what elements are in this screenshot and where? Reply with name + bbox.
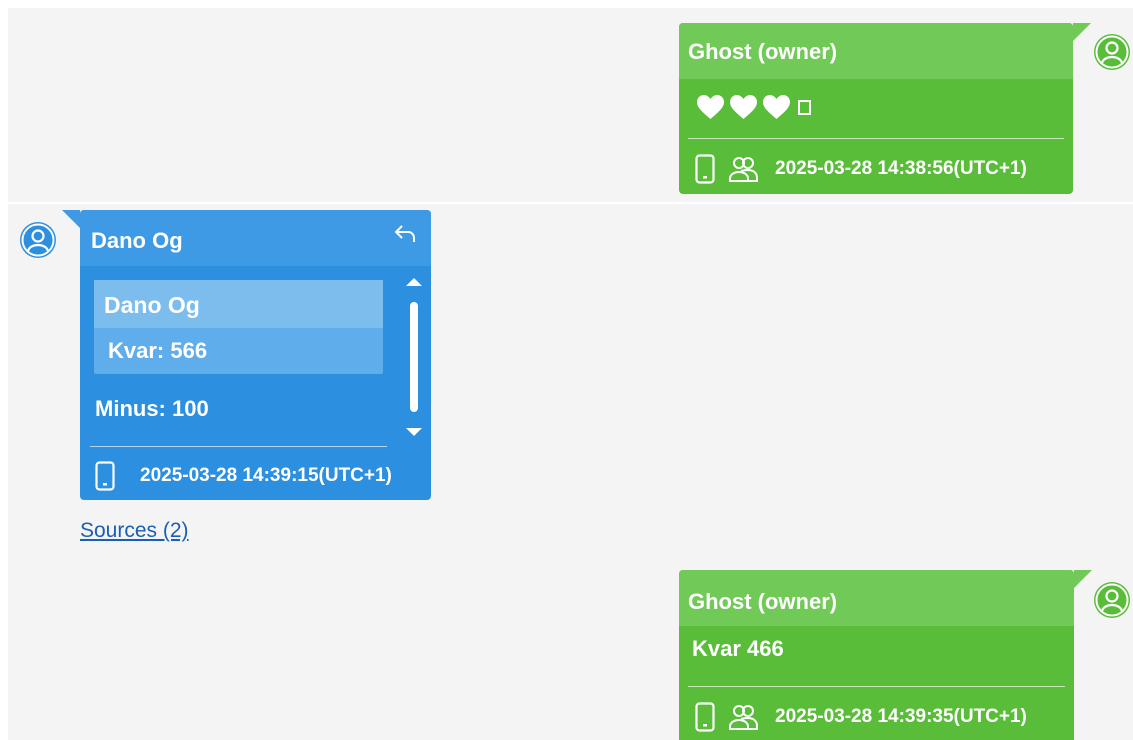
- missing-glyph-icon: [798, 99, 811, 115]
- scroll-down-arrow[interactable]: [406, 428, 422, 436]
- divider: [688, 686, 1065, 687]
- white-heart-icon: [697, 94, 724, 119]
- people-icon: [729, 705, 758, 730]
- phone-icon: [695, 154, 715, 184]
- message-content: [697, 93, 811, 121]
- user-avatar-icon: [19, 221, 57, 259]
- quoted-text: Kvar: 566: [108, 338, 208, 363]
- message-bubble[interactable]: Dano Og Dano Og Kvar: 566 Minus: 100 202…: [62, 210, 431, 500]
- white-heart-icon: [730, 94, 757, 119]
- message-bubble[interactable]: Ghost (owner) 2025-03-28 14:38:56(UTC+1): [679, 23, 1091, 194]
- bubble-tail: [62, 210, 80, 228]
- divider: [90, 446, 387, 447]
- message-bubble[interactable]: Ghost (owner) Kvar 466 2025-03-28 14:39:…: [679, 570, 1092, 740]
- quoted-sender: Dano Og: [94, 280, 383, 328]
- reply-arrow-icon[interactable]: [393, 222, 417, 246]
- quoted-message[interactable]: Dano Og Kvar: 566: [94, 280, 383, 374]
- message-footer: 2025-03-28 14:38:56(UTC+1): [695, 154, 1027, 184]
- sources-link[interactable]: Sources (2): [80, 519, 189, 543]
- white-heart-icon: [763, 94, 790, 119]
- scrollbar-thumb[interactable]: [410, 302, 418, 412]
- message-timestamp: 2025-03-28 14:38:56(UTC+1): [775, 158, 1027, 179]
- message-timestamp: 2025-03-28 14:39:35(UTC+1): [775, 706, 1027, 727]
- message-text: Minus: 100: [95, 396, 209, 421]
- scroll-up-arrow[interactable]: [406, 278, 422, 286]
- bubble-tail: [1073, 23, 1091, 41]
- user-avatar-icon: [1093, 33, 1131, 71]
- phone-icon: [695, 702, 715, 732]
- sender-name: Ghost (owner): [679, 23, 1073, 79]
- phone-icon: [95, 461, 115, 491]
- sender-name: Dano Og: [80, 210, 431, 266]
- message-timestamp: 2025-03-28 14:39:15(UTC+1): [140, 465, 392, 486]
- bubble-tail: [1074, 570, 1092, 588]
- sender-name: Ghost (owner): [679, 570, 1074, 626]
- message-footer: 2025-03-28 14:39:15(UTC+1): [95, 461, 392, 491]
- message-footer: 2025-03-28 14:39:35(UTC+1): [695, 702, 1027, 732]
- message-text: Kvar 466: [692, 636, 784, 661]
- people-icon: [729, 157, 758, 182]
- user-avatar-icon: [1093, 581, 1131, 619]
- divider: [688, 138, 1064, 139]
